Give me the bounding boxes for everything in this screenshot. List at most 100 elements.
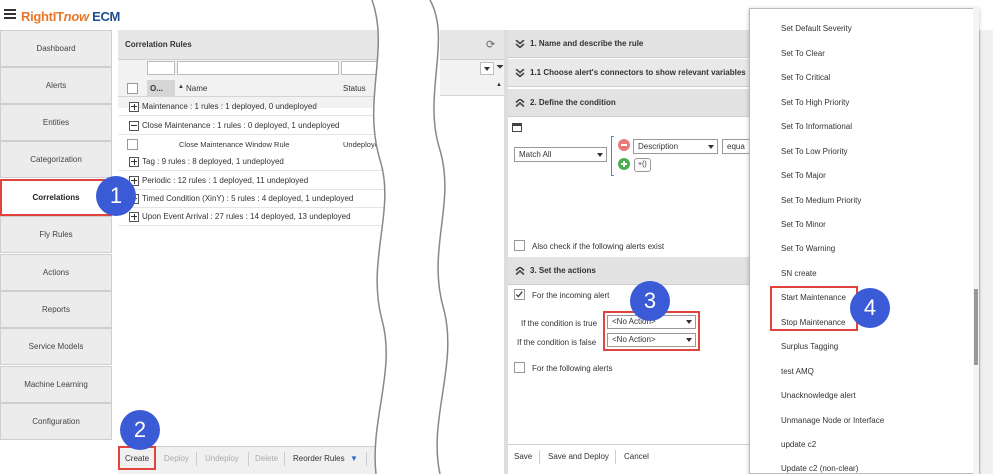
name-filter-input[interactable] [177,61,339,75]
caret-down-icon[interactable]: ▼ [350,454,358,463]
sidebar-item-actions[interactable]: Actions [0,254,112,291]
operator-value: equa [727,142,745,151]
also-check-checkbox[interactable] [514,240,525,251]
list-item[interactable]: Unacknowledge alert [781,391,856,400]
sidebar-item-label: Categorization [30,155,82,164]
list-item[interactable]: Set To Major [781,171,826,180]
following-alerts-checkbox[interactable] [514,362,525,373]
list-item[interactable]: Set To High Priority [781,98,849,107]
add-group-button[interactable]: +() [634,158,651,172]
section-define-condition[interactable]: 2. Define the condition [508,89,753,117]
row-checkbox[interactable] [127,139,138,150]
match-select[interactable]: Match All [514,147,607,162]
remove-condition-icon[interactable] [618,139,630,151]
callout-number: 4 [863,295,877,320]
sidebar-item-categorization[interactable]: Categorization [0,141,112,178]
deploy-button[interactable]: Deploy [164,454,189,463]
list-item[interactable]: Set To Warning [781,244,835,253]
list-item[interactable]: Update c2 (non-clear) [781,464,858,473]
sidebar-item-fly-rules[interactable]: Fly Rules [0,216,112,253]
torn-edge-left [371,0,400,474]
window-edge [979,30,993,474]
chevron-double-up-icon [515,98,525,107]
if-false-label: If the condition is false [517,338,597,347]
order-column-header[interactable]: O... [147,80,175,97]
select-all-checkbox[interactable] [127,83,138,94]
list-item[interactable]: Set Default Severity [781,24,852,33]
hamburger-menu-icon[interactable] [4,9,16,19]
dropdown-scroll-thumb[interactable] [974,289,978,365]
table-row[interactable]: Close Maintenance Window Rule Undeployed [118,136,400,153]
group-row[interactable]: Maintenance : 1 rules : 1 deployed, 0 un… [118,98,400,116]
dropdown-scrollbar[interactable] [973,8,979,474]
list-item[interactable]: test AMQ [781,367,814,376]
logo-part-1: RightIT [21,9,64,24]
filter-dropdown[interactable] [480,62,494,75]
callout-number: 3 [643,288,657,313]
save-button[interactable]: Save [514,452,532,461]
expand-icon[interactable] [129,101,139,112]
if-true-label: If the condition is true [521,319,598,328]
group-row[interactable]: Periodic : 12 rules : 1 deployed, 11 und… [118,172,400,190]
list-item[interactable]: Set To Minor [781,220,826,229]
add-condition-icon[interactable] [618,158,630,170]
app-logo: RightITnow ECM [21,9,120,24]
reorder-rules-button[interactable]: Reorder Rules [293,454,345,463]
section-connectors[interactable]: 1.1 Choose alert's connectors to show re… [508,59,753,87]
divider [248,452,249,466]
divider [284,452,285,466]
group-row[interactable]: Upon Event Arrival : 27 rules : 14 deplo… [118,208,400,226]
sidebar-item-label: Reports [41,305,70,314]
incoming-alert-checkbox[interactable] [514,289,525,300]
list-item[interactable]: update c2 [781,440,816,449]
expand-icon[interactable] [129,211,139,222]
list-item[interactable]: Set To Informational [781,122,852,131]
sidebar-item-dashboard[interactable]: Dashboard [0,30,112,67]
group-label: Maintenance : 1 rules : 1 deployed, 0 un… [142,102,317,111]
following-alerts-label: For the following alerts [532,364,613,373]
sidebar-item-service-models[interactable]: Service Models [0,328,112,365]
torn-edge-right [400,0,449,474]
right-screenshot-panel: ⟳ ⏷ ▲ 1. Name and describe the rule 1.1 … [400,0,995,474]
add-group-label: +() [638,161,647,168]
sidebar-item-machine-learning[interactable]: Machine Learning [0,366,112,403]
window-icon[interactable] [512,123,522,132]
save-and-deploy-button[interactable]: Save and Deploy [548,452,609,461]
step-2-callout: 2 [120,410,160,450]
group-row[interactable]: Timed Condition (XinY) : 5 rules : 4 dep… [118,190,400,208]
action-dropdown-list[interactable]: Set Default Severity Set To Clear Set To… [749,8,979,474]
group-row[interactable]: Tag : 9 rules : 8 deployed, 1 undeployed [118,153,400,171]
section-name-describe[interactable]: 1. Name and describe the rule [508,30,753,58]
sidebar-item-configuration[interactable]: Configuration [0,403,112,440]
order-filter-input[interactable] [147,61,175,75]
list-item[interactable]: Set To Low Priority [781,147,848,156]
field-select[interactable]: Description [633,139,718,154]
step-1-callout: 1 [96,176,136,216]
chevron-double-down-icon [515,68,525,77]
list-item[interactable]: Set To Clear [781,49,825,58]
correlation-rules-panel: Correlation Rules O... ▲ Name Status Mai… [118,30,400,474]
divider [539,450,540,464]
list-item[interactable]: Set To Critical [781,73,830,82]
filter-icon[interactable]: ⏷ [496,62,504,73]
refresh-icon[interactable]: ⟳ [486,38,495,51]
list-item[interactable]: Surplus Tagging [781,342,838,351]
rules-toolbar: Create Deploy Undeploy Delete Reorder Ru… [118,446,400,474]
group-label: Timed Condition (XinY) : 5 rules : 4 dep… [142,194,354,203]
group-row[interactable]: Close Maintenance : 1 rules : 0 deployed… [118,117,400,135]
list-item[interactable]: SN create [781,269,817,278]
sidebar-item-alerts[interactable]: Alerts [0,67,112,104]
match-value: Match All [519,150,552,159]
name-column-header[interactable]: Name [186,84,207,93]
sidebar-item-entities[interactable]: Entities [0,104,112,141]
sidebar-item-reports[interactable]: Reports [0,291,112,328]
section-set-actions[interactable]: 3. Set the actions [508,257,753,285]
expand-icon[interactable] [129,156,139,167]
collapse-icon[interactable] [129,120,139,131]
cancel-button[interactable]: Cancel [624,452,649,461]
undeploy-button[interactable]: Undeploy [205,454,239,463]
list-item[interactable]: Set To Medium Priority [781,196,861,205]
list-item[interactable]: Unmanage Node or Interface [781,416,884,425]
delete-button[interactable]: Delete [255,454,278,463]
section-title: 1.1 Choose alert's connectors to show re… [530,68,746,77]
